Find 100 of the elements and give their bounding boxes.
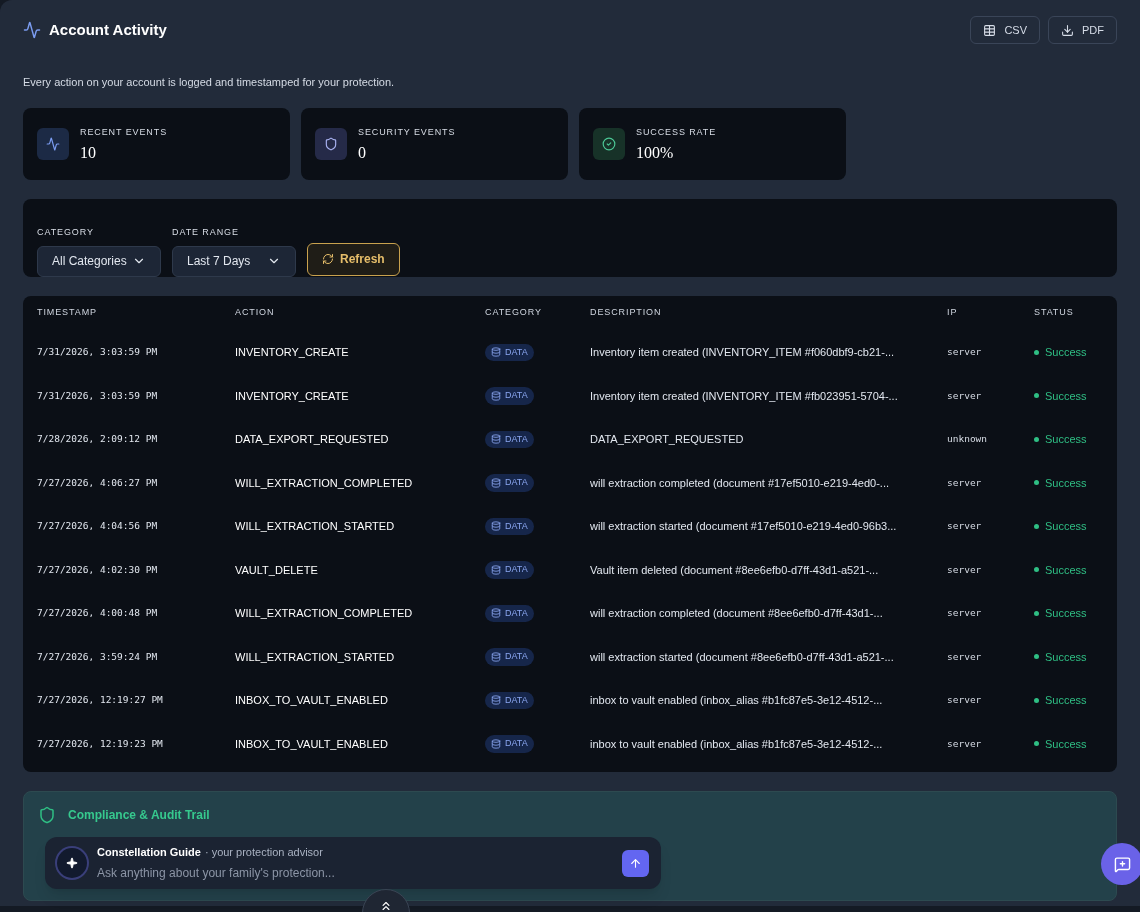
- status-text: Success: [1045, 475, 1087, 491]
- category-badge: DATA: [485, 604, 534, 622]
- description-cell-text: will extraction started (document #8ee6efb0-d7ff-43d1-a521-...: [590, 649, 894, 665]
- action-cell-text: INBOX_TO_VAULT_ENABLED: [235, 693, 388, 708]
- action-cell-text: WILL_EXTRACTION_STARTED: [235, 649, 395, 665]
- ip-cell: server: [947, 475, 982, 490]
- description-cell-text: inbox to vault enabled (inbox_alias #b1fc87e5-3e12-4512-...: [590, 693, 883, 708]
- check-circle-icon: [602, 136, 616, 151]
- status-text: Success: [1045, 388, 1087, 404]
- timestamp-cell: 7/27/2026, 12:19:23 PM: [37, 736, 163, 751]
- category-badge: DATA: [485, 430, 534, 448]
- ip-cell: server: [947, 345, 982, 360]
- timestamp-cell: 7/31/2026, 3:03:59 PM: [37, 388, 158, 403]
- filter-dropdown[interactable]: All Categories: [37, 245, 161, 277]
- category-badge: DATA: [485, 517, 534, 535]
- database-icon: [491, 651, 501, 662]
- category-badge: DATA: [485, 387, 534, 405]
- category-badge: DATA: [485, 343, 534, 361]
- status-text: Success: [1045, 693, 1087, 708]
- guide-name: Constellation Guide: [97, 845, 201, 861]
- pdf-export-button[interactable]: PDF: [1048, 16, 1117, 44]
- column-header: STATUS: [1034, 306, 1074, 320]
- category-badge: DATA: [485, 561, 534, 579]
- ip-cell: server: [947, 519, 982, 534]
- database-icon: [491, 564, 501, 575]
- timestamp-cell: 7/27/2026, 12:19:27 PM: [37, 693, 163, 708]
- filter-label: CATEGORY: [37, 226, 95, 239]
- chat-input-field[interactable]: Ask anything about your family's protection...: [97, 863, 497, 882]
- action-cell-text: WILL_EXTRACTION_STARTED: [235, 519, 395, 534]
- ip-cell: server: [947, 736, 982, 751]
- category-badge: DATA: [485, 691, 534, 709]
- status-text: Success: [1045, 432, 1087, 447]
- ip-cell: server: [947, 693, 982, 708]
- description-cell-text: DATA_EXPORT_REQUESTED: [590, 432, 744, 447]
- action-cell-text: INVENTORY_CREATE: [235, 345, 349, 360]
- action-cell-text: DATA_EXPORT_REQUESTED: [235, 432, 389, 447]
- status-text: Success: [1045, 345, 1087, 360]
- stat-label: RECENT EVENTS: [80, 125, 168, 139]
- timestamp-cell: 7/28/2026, 2:09:12 PM: [37, 432, 158, 447]
- activity-icon: [23, 21, 41, 39]
- description-cell-text: Vault item deleted (document #8ee6efb0-d7ff-43d1-a521-...: [590, 562, 879, 578]
- action-cell-text: INBOX_TO_VAULT_ENABLED: [235, 736, 388, 752]
- ip-cell: server: [947, 649, 982, 664]
- timestamp-cell: 7/27/2026, 4:04:56 PM: [37, 519, 158, 534]
- message-plus-icon: [1113, 855, 1131, 873]
- database-icon: [491, 738, 501, 749]
- database-icon: [491, 477, 501, 488]
- timestamp-cell: 7/31/2026, 3:03:59 PM: [37, 345, 158, 360]
- shield-icon: [38, 805, 56, 824]
- refresh-button[interactable]: Refresh: [307, 242, 400, 276]
- description-cell-text: will extraction started (document #17ef5010-e219-4ed0-96b3...: [590, 519, 897, 534]
- action-cell-text: WILL_EXTRACTION_COMPLETED: [235, 606, 413, 621]
- ip-cell: unknown: [947, 432, 988, 447]
- refresh-icon: [322, 253, 334, 265]
- database-icon: [491, 521, 501, 532]
- action-cell-text: INVENTORY_CREATE: [235, 388, 349, 404]
- compliance-title: Compliance & Audit Trail: [68, 806, 210, 824]
- status-text: Success: [1045, 736, 1087, 752]
- ip-cell: server: [947, 388, 982, 403]
- stat-value: 0: [358, 145, 367, 162]
- arrow-up-icon: [629, 856, 642, 870]
- timestamp-cell: 7/27/2026, 4:06:27 PM: [37, 475, 158, 490]
- status-text: Success: [1045, 562, 1087, 578]
- description-cell-text: inbox to vault enabled (inbox_alias #b1fc87e5-3e12-4512-...: [590, 736, 883, 752]
- page-title: Account Activity: [49, 19, 167, 40]
- database-icon: [491, 390, 501, 401]
- csv-export-button[interactable]: CSV: [970, 16, 1040, 44]
- page-description: Every action on your account is logged and timestamped for your protection.: [23, 75, 396, 90]
- stat-value: 10: [80, 145, 97, 162]
- description-cell-text: Inventory item created (INVENTORY_ITEM #fb023951-5704-...: [590, 388, 898, 404]
- timestamp-cell: 7/27/2026, 4:00:48 PM: [37, 606, 158, 621]
- column-header: TIMESTAMP: [37, 306, 97, 320]
- action-cell-text: VAULT_DELETE: [235, 562, 318, 578]
- stat-label: SUCCESS RATE: [636, 125, 717, 139]
- sparkle-icon: [66, 857, 78, 869]
- database-icon: [491, 608, 501, 619]
- stat-value: 100%: [636, 145, 675, 162]
- column-header: CATEGORY: [485, 306, 542, 320]
- stat-label: SECURITY EVENTS: [358, 125, 456, 139]
- filter-dropdown[interactable]: Last 7 Days: [172, 245, 296, 277]
- activity-icon: [46, 136, 60, 151]
- download-icon: [1061, 23, 1074, 37]
- category-badge: DATA: [485, 735, 534, 753]
- description-cell-text: will extraction completed (document #17ef5010-e219-4ed0-...: [590, 475, 889, 491]
- ip-cell: server: [947, 562, 982, 577]
- timestamp-cell: 7/27/2026, 3:59:24 PM: [37, 649, 158, 664]
- status-text: Success: [1045, 519, 1087, 534]
- send-button[interactable]: [622, 849, 649, 877]
- description-cell-text: will extraction completed (document #8ee6efb0-d7ff-43d1-...: [590, 606, 883, 621]
- status-text: Success: [1045, 606, 1087, 621]
- column-header: ACTION: [235, 306, 275, 320]
- guide-subtitle: · your protection advisor: [204, 845, 323, 861]
- status-text: Success: [1045, 649, 1087, 665]
- category-badge: DATA: [485, 648, 534, 666]
- chevrons-up-icon: [379, 899, 393, 912]
- column-header: DESCRIPTION: [590, 306, 662, 320]
- ip-cell: server: [947, 606, 982, 621]
- timestamp-cell: 7/27/2026, 4:02:30 PM: [37, 562, 158, 577]
- shield-icon: [324, 136, 338, 151]
- description-cell-text: Inventory item created (INVENTORY_ITEM #f060dbf9-cb21-...: [590, 345, 895, 360]
